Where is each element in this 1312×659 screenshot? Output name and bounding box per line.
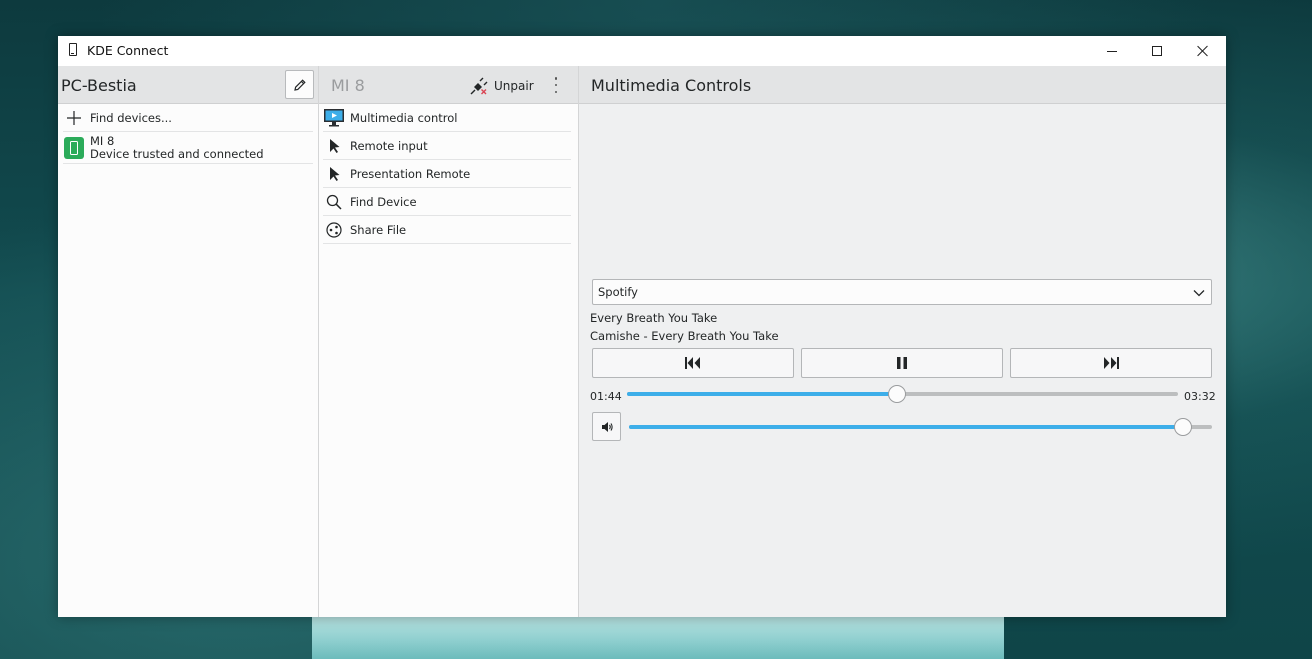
plugin-label: Multimedia control bbox=[350, 110, 458, 125]
plugin-label: Share File bbox=[350, 222, 407, 237]
track-title: Every Breath You Take bbox=[590, 311, 718, 325]
seek-slider[interactable] bbox=[627, 385, 1178, 403]
speaker-icon bbox=[601, 421, 613, 432]
share-icon bbox=[323, 219, 345, 241]
device-icon-wrap bbox=[63, 136, 85, 159]
player-select[interactable]: Spotify bbox=[592, 279, 1212, 305]
kebab-dot-icon bbox=[554, 90, 558, 93]
close-icon bbox=[1196, 45, 1208, 57]
monitor-icon bbox=[323, 107, 345, 129]
app-phone-icon bbox=[69, 43, 77, 56]
kde-connect-window: KDE Connect PC-Bestia Find devices... MI… bbox=[58, 36, 1226, 617]
find-devices-label: Find devices... bbox=[90, 110, 172, 125]
devices-header: PC-Bestia bbox=[58, 66, 318, 104]
overflow-menu-button[interactable] bbox=[551, 75, 561, 95]
device-text: MI 8 Device trusted and connected bbox=[90, 133, 264, 161]
pointer-icon bbox=[323, 135, 345, 157]
pause-icon bbox=[897, 357, 907, 369]
device-name: MI 8 bbox=[90, 133, 115, 148]
kebab-dot-icon bbox=[554, 77, 558, 80]
multimedia-header: Multimedia Controls bbox=[579, 66, 1226, 104]
plugin-label: Presentation Remote bbox=[350, 166, 471, 181]
find-devices-item[interactable]: Find devices... bbox=[63, 104, 313, 132]
volume-slider-fill bbox=[629, 425, 1183, 429]
track-artist: Camishe - Every Breath You Take bbox=[590, 329, 779, 343]
device-title: MI 8 bbox=[331, 76, 365, 95]
host-name: PC-Bestia bbox=[61, 76, 137, 95]
unpair-label: Unpair bbox=[494, 79, 534, 93]
maximize-icon bbox=[1152, 46, 1162, 56]
phone-icon bbox=[64, 136, 84, 159]
plugin-item-multimedia[interactable]: Multimedia control bbox=[323, 104, 571, 132]
plus-icon bbox=[63, 107, 85, 129]
plugin-item-find-device[interactable]: Find Device bbox=[323, 188, 571, 216]
plugin-label: Find Device bbox=[350, 194, 417, 209]
plugin-item-remote-input[interactable]: Remote input bbox=[323, 132, 571, 160]
multimedia-panel: Multimedia Controls Spotify Every Breath… bbox=[579, 66, 1226, 617]
next-track-button[interactable] bbox=[1010, 348, 1212, 378]
plugin-item-presentation[interactable]: Presentation Remote bbox=[323, 160, 571, 188]
minimize-icon bbox=[1107, 50, 1117, 52]
seek-slider-fill bbox=[627, 392, 897, 396]
seek-slider-handle[interactable] bbox=[888, 385, 906, 403]
multimedia-title: Multimedia Controls bbox=[591, 76, 752, 95]
mute-button[interactable] bbox=[592, 412, 621, 441]
maximize-button[interactable] bbox=[1134, 36, 1180, 66]
unplug-icon bbox=[470, 77, 488, 95]
pencil-icon bbox=[293, 78, 306, 91]
device-header: MI 8 Unpair bbox=[319, 66, 578, 104]
plugin-list: Multimedia control Remote input Presenta… bbox=[319, 104, 578, 244]
plugin-item-share-file[interactable]: Share File bbox=[323, 216, 571, 244]
desktop-background-highlight bbox=[312, 612, 1004, 659]
previous-track-button[interactable] bbox=[592, 348, 794, 378]
title-bar[interactable]: KDE Connect bbox=[58, 36, 1226, 66]
volume-slider-handle[interactable] bbox=[1174, 418, 1192, 436]
kebab-dot-icon bbox=[554, 83, 558, 87]
minimize-button[interactable] bbox=[1089, 36, 1135, 66]
device-item-mi8[interactable]: MI 8 Device trusted and connected bbox=[63, 132, 313, 164]
search-icon bbox=[323, 191, 345, 213]
player-select-value: Spotify bbox=[598, 285, 638, 299]
device-status: Device trusted and connected bbox=[90, 146, 264, 161]
skip-previous-icon bbox=[685, 357, 700, 369]
plugins-panel: MI 8 Unpair Multimedia control Remote in… bbox=[319, 66, 579, 617]
chevron-down-icon bbox=[1193, 290, 1205, 297]
skip-next-icon bbox=[1104, 357, 1119, 369]
rename-host-button[interactable] bbox=[285, 70, 314, 99]
plugin-label: Remote input bbox=[350, 138, 428, 153]
pointer-icon bbox=[323, 163, 345, 185]
volume-slider[interactable] bbox=[629, 418, 1212, 436]
time-total: 03:32 bbox=[1184, 390, 1216, 403]
close-button[interactable] bbox=[1179, 36, 1225, 66]
time-current: 01:44 bbox=[590, 390, 622, 403]
unpair-button[interactable]: Unpair bbox=[469, 75, 534, 97]
window-title: KDE Connect bbox=[87, 43, 169, 58]
play-pause-button[interactable] bbox=[801, 348, 1003, 378]
device-list: Find devices... MI 8 Device trusted and … bbox=[58, 104, 318, 164]
devices-panel: PC-Bestia Find devices... MI 8 Device tr… bbox=[58, 66, 319, 617]
